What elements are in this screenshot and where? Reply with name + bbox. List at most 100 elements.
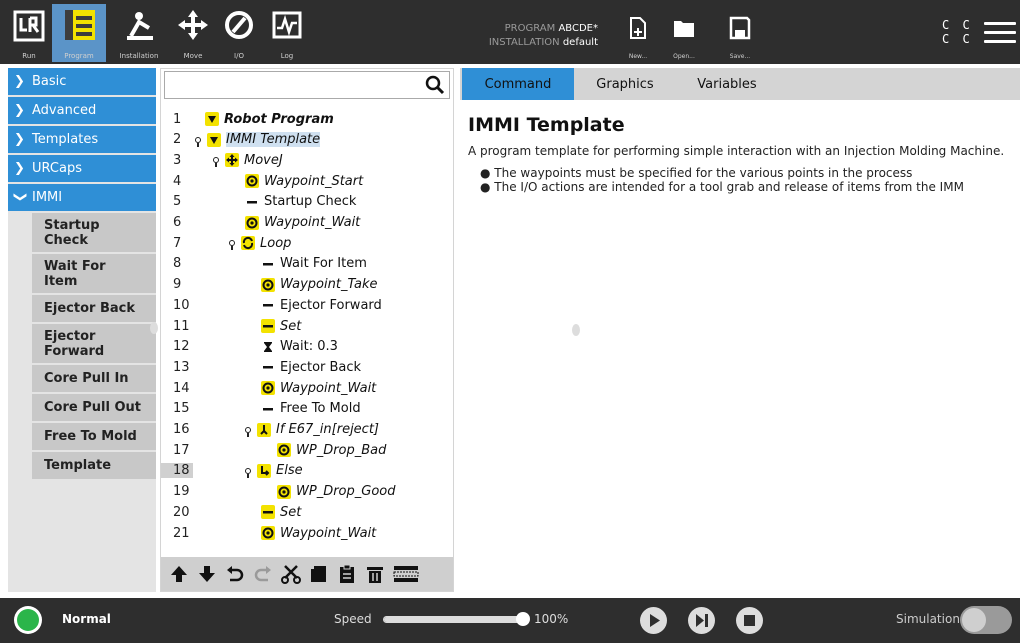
copy-icon[interactable] [309,564,329,584]
io-tab[interactable]: I/O [216,4,262,62]
speed-slider[interactable] [383,616,523,623]
line-number: 7 [173,235,182,251]
tree-node-label: If E67_in[reject] [276,422,379,437]
tree-row[interactable]: 1 Robot Program [161,109,453,129]
tree-row[interactable]: 17 WP_Drop_Bad [161,440,453,460]
tree-node[interactable]: MoveJ [213,153,283,168]
paste-icon[interactable] [337,564,357,584]
search-field[interactable] [164,71,450,99]
move-up-icon[interactable] [169,564,189,584]
line-number: 4 [173,173,182,189]
save-program-button[interactable]: Save... [724,16,756,60]
simulation-toggle[interactable] [960,606,1012,634]
tree-node[interactable]: Robot Program [205,112,334,127]
tree-node[interactable]: If E67_in[reject] [245,422,379,437]
tree-node[interactable]: Startup Check [245,194,356,209]
stop-button[interactable] [736,607,763,634]
tree-node[interactable]: Set [261,505,301,520]
expand-pin-icon[interactable] [245,426,251,437]
tab-command[interactable]: Command [462,68,574,100]
installation-icon [127,12,153,40]
tree-node[interactable]: Waypoint_Wait [245,215,360,230]
tree-row[interactable]: 8 Wait For Item [161,254,453,274]
undo-icon[interactable] [225,564,245,584]
log-tab[interactable]: Log [264,4,310,62]
tree-row[interactable]: 21 Waypoint_Wait [161,523,453,543]
tree-node[interactable]: Ejector Back [261,360,361,375]
tree-node[interactable]: Wait: 0.3 [261,339,338,354]
search-icon[interactable] [425,75,445,95]
right-panel-collapse-handle[interactable] [572,324,580,336]
tree-row[interactable]: 16 If E67_in[reject] [161,420,453,440]
expand-pin-icon[interactable] [195,136,201,147]
cc-line-2: C C [942,32,973,46]
tree-node[interactable]: Waypoint_Start [245,174,363,189]
tree-node[interactable]: Waypoint_Wait [261,526,376,541]
speed-slider-knob[interactable] [516,612,530,626]
tree-node[interactable]: WP_Drop_Good [277,484,396,499]
step-button[interactable] [688,607,715,634]
move-down-icon[interactable] [197,564,217,584]
open-program-button[interactable]: Open... [668,16,700,60]
cut-icon[interactable] [281,564,301,584]
tree-row[interactable]: 6 Waypoint_Wait [161,213,453,233]
immi-template[interactable]: Template [32,452,156,479]
immi-wait-for-item[interactable]: Wait For Item [32,254,156,293]
run-tab[interactable]: Run [6,4,52,62]
tab-graphics[interactable]: Graphics [578,68,672,100]
delete-icon[interactable] [365,564,385,584]
immi-core-pull-out[interactable]: Core Pull Out [32,394,156,421]
immi-ejector-back[interactable]: Ejector Back [32,295,156,322]
tab-variables[interactable]: Variables [680,68,774,100]
tree-row[interactable]: 5 Startup Check [161,192,453,212]
category-immi[interactable]: ❯ IMMI [8,184,156,211]
tree-row[interactable]: 11 Set [161,316,453,336]
tree-node[interactable]: Free To Mold [261,401,361,416]
tree-row[interactable]: 19 WP_Drop_Good [161,482,453,502]
category-templates[interactable]: ❯ Templates [8,126,156,153]
immi-free-to-mold[interactable]: Free To Mold [32,423,156,450]
tree-row[interactable]: 15 Free To Mold [161,399,453,419]
tree-node[interactable]: Ejector Forward [261,298,382,313]
immi-ejector-forward[interactable]: Ejector Forward [32,324,156,363]
tree-row[interactable]: 9 Waypoint_Take [161,275,453,295]
tree-node[interactable]: WP_Drop_Bad [277,443,386,458]
tree-node[interactable]: Wait For Item [261,256,367,271]
tree-row[interactable]: 10 Ejector Forward [161,295,453,315]
tree-row[interactable]: 4 Waypoint_Start [161,171,453,191]
immi-startup-check[interactable]: Startup Check [32,213,156,252]
move-tab[interactable]: Move [170,4,216,62]
speed-value: 100% [534,612,569,626]
program-tab[interactable]: Program [52,4,106,62]
tree-node[interactable]: IMMI Template [195,132,321,148]
ur-logo-icon [13,10,45,42]
tree-row[interactable]: 12 Wait: 0.3 [161,337,453,357]
tree-node[interactable]: Loop [229,236,291,251]
tree-node[interactable]: Set [261,319,301,334]
category-urcaps[interactable]: ❯ URCaps [8,155,156,182]
tree-node[interactable]: Waypoint_Take [261,277,378,292]
expand-pin-icon[interactable] [229,240,235,251]
category-advanced[interactable]: ❯ Advanced [8,97,156,124]
robot-status-icon[interactable] [14,606,42,634]
hamburger-menu-icon[interactable] [984,22,1016,44]
tree-node[interactable]: Else [245,463,303,478]
tree-row[interactable]: 13 Ejector Back [161,357,453,377]
redo-icon[interactable] [253,564,273,584]
suppress-icon[interactable] [393,564,419,584]
tree-row[interactable]: 14 Waypoint_Wait [161,378,453,398]
installation-tab[interactable]: Installation [112,4,166,62]
play-button[interactable] [640,607,667,634]
category-basic[interactable]: ❯ Basic [8,68,156,95]
left-panel-collapse-handle[interactable] [150,322,158,334]
immi-core-pull-in[interactable]: Core Pull In [32,365,156,392]
tree-row[interactable]: 2 IMMI Template [161,130,453,150]
expand-pin-icon[interactable] [213,157,219,168]
tree-row[interactable]: 3 MoveJ [161,150,453,170]
new-program-button[interactable]: New... [622,16,654,60]
tree-row[interactable]: 18 Else [161,461,453,481]
expand-pin-icon[interactable] [245,467,251,478]
tree-row[interactable]: 7 Loop [161,233,453,253]
tree-row[interactable]: 20 Set [161,502,453,522]
tree-node[interactable]: Waypoint_Wait [261,381,376,396]
